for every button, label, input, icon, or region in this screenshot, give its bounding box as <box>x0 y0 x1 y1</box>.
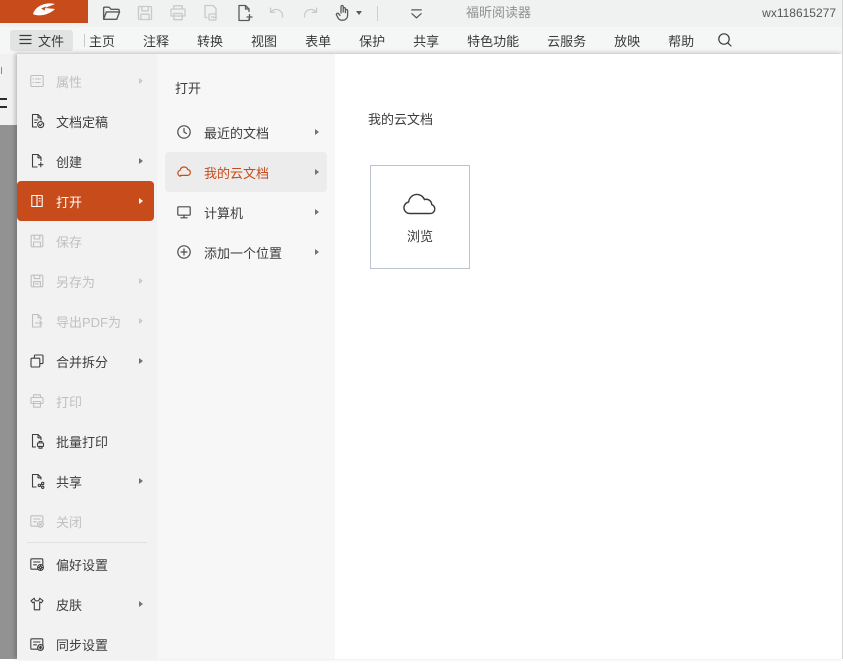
sync-settings-icon <box>28 635 46 653</box>
pages-icon <box>201 3 221 23</box>
tab-cloud-service[interactable]: 云服务 <box>547 31 586 50</box>
tab-form[interactable]: 表单 <box>305 31 331 50</box>
file-menu-label: 文件 <box>38 31 64 50</box>
file-menu-sidebar: 属性 文档定稿 创建 打 <box>17 54 157 659</box>
ribbon-tabs: 主页 注释 转换 视图 表单 保护 共享 特色功能 云服务 放映 帮助 <box>89 27 734 53</box>
browse-card[interactable]: 浏览 <box>370 165 470 269</box>
export-pdf-icon <box>28 312 46 330</box>
account-id: wx118615277 <box>762 0 836 26</box>
open-panel-header: 打开 <box>157 78 335 97</box>
menu-item-save: 保存 <box>17 221 157 261</box>
menu-item-merge-split[interactable]: 合并拆分 <box>17 341 157 381</box>
print-icon <box>168 3 188 23</box>
menu-item-finalize[interactable]: 文档定稿 <box>17 101 157 141</box>
file-backstage: 属性 文档定稿 创建 打 <box>17 54 843 659</box>
merge-split-icon <box>28 352 46 370</box>
close-document-icon <box>28 512 46 530</box>
submenu-arrow-icon <box>139 478 143 484</box>
submenu-arrow-icon <box>139 198 143 204</box>
search-icon[interactable] <box>716 31 734 49</box>
menu-item-export-pdf: 导出PDF为 <box>17 301 157 341</box>
tab-home[interactable]: 主页 <box>89 31 115 50</box>
more-tools-icon[interactable] <box>407 4 426 23</box>
submenu-arrow-icon <box>315 169 319 175</box>
open-book-icon <box>28 192 46 210</box>
file-menu-button[interactable]: 文件 <box>10 30 73 51</box>
submenu-arrow-icon <box>139 318 143 324</box>
window-title: 福昕阅读器 <box>466 0 531 26</box>
menu-item-properties: 属性 <box>17 61 157 101</box>
menu-item-skin[interactable]: 皮肤 <box>17 584 157 624</box>
tab-share[interactable]: 共享 <box>413 31 439 50</box>
tab-play[interactable]: 放映 <box>614 31 640 50</box>
ribbon-tab-bar: 文件 主页 注释 转换 视图 表单 保护 共享 特色功能 云服务 放映 帮助 <box>0 27 843 55</box>
document-plus-icon <box>28 152 46 170</box>
menu-item-close: 关闭 <box>17 501 157 541</box>
background-document-area <box>0 54 17 659</box>
open-item-computer[interactable]: 计算机 <box>165 192 327 232</box>
submenu-arrow-icon <box>139 78 143 84</box>
menubar-divider <box>84 34 85 47</box>
properties-icon <box>28 72 46 90</box>
printer-icon <box>28 392 46 410</box>
menu-item-batch-print[interactable]: 批量打印 <box>17 421 157 461</box>
hamburger-icon <box>19 33 32 48</box>
tab-view[interactable]: 视图 <box>251 31 277 50</box>
preferences-icon <box>28 555 46 573</box>
app-logo[interactable] <box>0 0 88 23</box>
batch-print-icon <box>28 432 46 450</box>
add-place-icon <box>175 243 193 261</box>
menu-item-save-as: 另存为 <box>17 261 157 301</box>
tab-help[interactable]: 帮助 <box>668 31 694 50</box>
skin-icon <box>28 595 46 613</box>
hand-tool-dropdown-caret <box>356 11 362 15</box>
open-panel: 打开 最近的文档 我的云文档 计算机 <box>157 54 335 659</box>
foxit-logo-icon <box>31 1 57 22</box>
save-icon <box>135 3 155 23</box>
content-title: 我的云文档 <box>368 109 433 128</box>
sidebar-divider <box>27 542 147 543</box>
tab-protect[interactable]: 保护 <box>359 31 385 50</box>
hand-tool-icon[interactable] <box>333 3 362 23</box>
save-as-icon <box>28 272 46 290</box>
toolbar-divider <box>377 6 378 21</box>
new-document-icon[interactable] <box>234 3 254 23</box>
quick-access-toolbar <box>101 0 426 26</box>
clock-icon <box>175 123 193 141</box>
menu-item-open[interactable]: 打开 <box>17 181 154 221</box>
submenu-arrow-icon <box>139 158 143 164</box>
submenu-arrow-icon <box>139 358 143 364</box>
menu-item-create[interactable]: 创建 <box>17 141 157 181</box>
redo-icon <box>300 3 320 23</box>
document-check-icon <box>28 112 46 130</box>
submenu-arrow-icon <box>315 129 319 135</box>
submenu-arrow-icon <box>139 601 143 607</box>
submenu-arrow-icon <box>315 209 319 215</box>
cloud-docs-content: 我的云文档 浏览 <box>335 54 843 659</box>
titlebar: 福昕阅读器 wx118615277 <box>0 0 843 27</box>
save-icon <box>28 232 46 250</box>
submenu-arrow-icon <box>315 249 319 255</box>
share-icon <box>28 472 46 490</box>
open-item-cloud-docs[interactable]: 我的云文档 <box>165 152 327 192</box>
cloud-outline-icon <box>400 189 440 217</box>
open-folder-icon[interactable] <box>101 3 122 24</box>
open-item-recent[interactable]: 最近的文档 <box>165 112 327 152</box>
menu-item-sync-settings[interactable]: 同步设置 <box>17 624 157 664</box>
tab-convert[interactable]: 转换 <box>197 31 223 50</box>
browse-label: 浏览 <box>407 226 433 245</box>
menu-item-share[interactable]: 共享 <box>17 461 157 501</box>
tab-features[interactable]: 特色功能 <box>467 31 519 50</box>
undo-icon <box>267 3 287 23</box>
menu-item-preferences[interactable]: 偏好设置 <box>17 544 157 584</box>
cloud-icon <box>175 163 193 181</box>
tab-comment[interactable]: 注释 <box>143 31 169 50</box>
open-item-add-place[interactable]: 添加一个位置 <box>165 232 327 272</box>
menu-item-print: 打印 <box>17 381 157 421</box>
submenu-arrow-icon <box>139 278 143 284</box>
computer-icon <box>175 203 193 221</box>
